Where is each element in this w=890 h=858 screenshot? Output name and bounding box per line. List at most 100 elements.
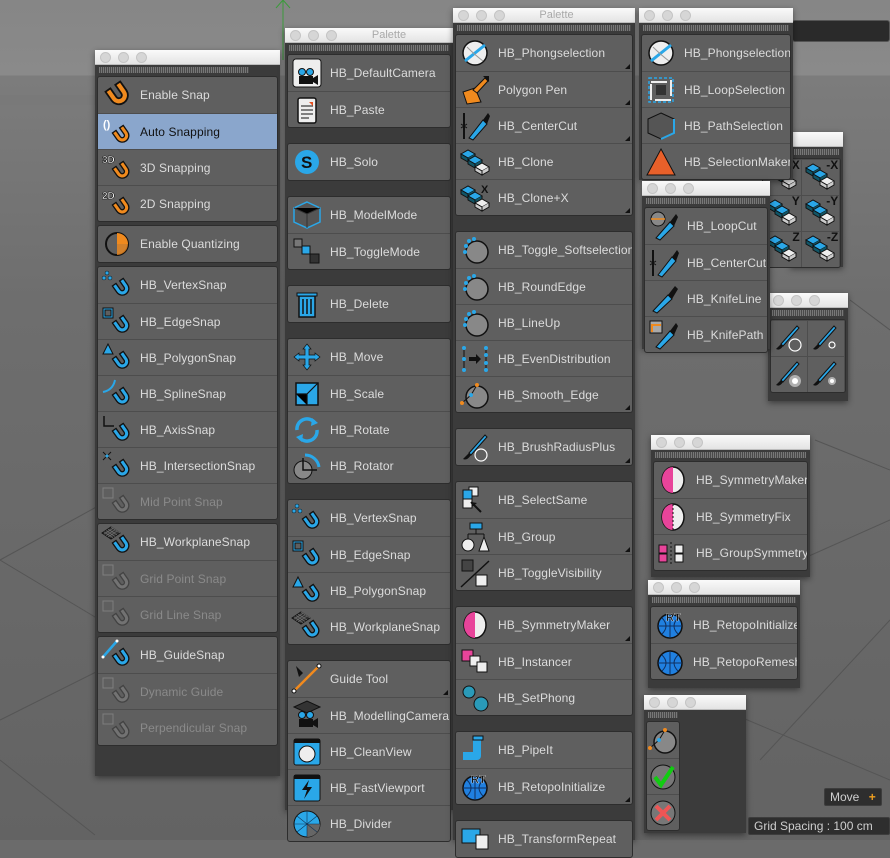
drag-handle[interactable] (646, 198, 766, 204)
minimize-button[interactable] (662, 10, 673, 21)
palette-item-hb-rotator[interactable]: HB_Rotator (288, 447, 450, 483)
palette-item-hb-delete[interactable]: HB_Delete (288, 286, 450, 322)
palette-item-hb-modelmode[interactable]: HB_ModelMode (288, 197, 450, 233)
window-titlebar[interactable]: Palette (285, 28, 453, 43)
palette-item-hb-knifeline[interactable]: HB_KnifeLine (645, 280, 767, 316)
palette-item-hb-selectionmaker[interactable]: HB_SelectionMaker (642, 143, 790, 179)
submenu-indicator-icon[interactable] (625, 797, 630, 802)
palette-item-dynamic-guide[interactable]: Dynamic Guide (98, 673, 277, 709)
drag-handle[interactable] (652, 597, 796, 603)
palette-item-hb-symmetrymaker[interactable]: HB_SymmetryMaker (456, 607, 632, 643)
palette-item-hb-centercut[interactable]: HB_CenterCut (456, 107, 632, 143)
submenu-indicator-icon[interactable] (625, 136, 630, 141)
window-titlebar[interactable] (644, 695, 746, 710)
submenu-indicator-icon[interactable] (625, 405, 630, 410)
window-titlebar[interactable] (639, 8, 793, 23)
palette-item-hb-solo[interactable]: S HB_Solo (288, 144, 450, 180)
palette-item-hb-move[interactable]: HB_Move (288, 339, 450, 375)
palette-item-hb-paste[interactable]: HB_Paste (288, 91, 450, 127)
zoom-button[interactable] (692, 437, 703, 448)
palette-item-hb-transformrepeat[interactable]: HB_TransformRepeat (456, 821, 632, 857)
palette-item-hb-axissnap[interactable]: HB_AxisSnap (98, 411, 277, 447)
palette-item-hb-edgesnap[interactable]: HB_EdgeSnap (288, 536, 450, 572)
palette-item-hb-loopselection[interactable]: HB_LoopSelection (642, 71, 790, 107)
clone-axis-button[interactable]: -Y (801, 194, 840, 231)
drag-handle[interactable] (289, 45, 449, 51)
palette-item-hb-symmetrymaker[interactable]: HB_SymmetryMaker (654, 462, 807, 498)
palette-item-hb-phongselection[interactable]: HB_Phongselection (642, 35, 790, 71)
palette-item-perpendicular-snap[interactable]: Perpendicular Snap (98, 709, 277, 745)
palette-item-hb-polygonsnap[interactable]: HB_PolygonSnap (98, 339, 277, 375)
palette-item-hb-cleanview[interactable]: HB_CleanView (288, 733, 450, 769)
palette-item-hb-modellingcamera[interactable]: HB_ModellingCamera (288, 697, 450, 733)
cancel-button[interactable] (647, 794, 679, 830)
palette-item-hb-knifepath[interactable]: HB_KnifePath (645, 316, 767, 352)
palette-item-hb-polygonsnap[interactable]: HB_PolygonSnap (288, 572, 450, 608)
drag-handle[interactable] (655, 452, 806, 458)
minimize-button[interactable] (674, 437, 685, 448)
palette-item-hb-groupsymmetry[interactable]: HB_GroupSymmetry (654, 534, 807, 570)
minimize-button[interactable] (671, 582, 682, 593)
zoom-button[interactable] (689, 582, 700, 593)
submenu-indicator-icon[interactable] (625, 64, 630, 69)
close-button[interactable] (656, 437, 667, 448)
palette-item-hb-retopoinitialize[interactable]: RT HB_RetopoInitialize (651, 607, 797, 643)
drag-handle[interactable] (648, 712, 678, 718)
brush-button[interactable] (771, 356, 808, 392)
palette-item-enable-snap[interactable]: Enable Snap (98, 77, 277, 113)
check-button[interactable] (647, 758, 679, 794)
palette-item-hb-setphong[interactable]: HB_SetPhong (456, 679, 632, 715)
palette-item-hb-pipeit[interactable]: HB_PipeIt (456, 732, 632, 768)
palette-item-hb-togglevisibility[interactable]: HB_ToggleVisibility (456, 554, 632, 590)
palette-item-mid-point-snap[interactable]: Mid Point Snap (98, 483, 277, 519)
palette-item-hb-togglemode[interactable]: HB_ToggleMode (288, 233, 450, 269)
palette-item-hb-clone[interactable]: HB_Clone (456, 143, 632, 179)
window-titlebar[interactable] (651, 435, 810, 450)
palette-item-hb-smooth-edge[interactable]: HB_Smooth_Edge (456, 376, 632, 412)
palette-item-hb-lineup[interactable]: HB_LineUp (456, 304, 632, 340)
palette-item-hb-phongselection[interactable]: HB_Phongselection (456, 35, 632, 71)
palette-item-hb-instancer[interactable]: HB_Instancer (456, 643, 632, 679)
palette-item-hb-evendistribution[interactable]: HB_EvenDistribution (456, 340, 632, 376)
submenu-indicator-icon[interactable] (625, 547, 630, 552)
window-titlebar[interactable] (95, 50, 280, 65)
clone-axis-button[interactable]: -X (801, 159, 840, 195)
drag-handle[interactable] (772, 310, 844, 316)
palette-item-hb-edgesnap[interactable]: HB_EdgeSnap (98, 303, 277, 339)
brush-button[interactable] (808, 320, 845, 356)
palette-item-hb-toggle-softselection[interactable]: HB_Toggle_Softselection (456, 232, 632, 268)
window-titlebar[interactable] (642, 181, 770, 196)
brush-button[interactable] (771, 320, 808, 356)
palette-item-hb-centercut[interactable]: HB_CenterCut (645, 244, 767, 280)
palette-item-hb-fastviewport[interactable]: HB_FastViewport (288, 769, 450, 805)
submenu-indicator-icon[interactable] (625, 458, 630, 463)
palette-item-hb-clone-x[interactable]: X HB_Clone+X (456, 179, 632, 215)
window-titlebar[interactable] (648, 580, 800, 595)
drag-handle[interactable] (457, 25, 631, 31)
drag-handle[interactable] (99, 67, 249, 73)
palette-item-hb-workplanesnap[interactable]: HB_WorkplaneSnap (288, 608, 450, 644)
palette-item-hb-splinesnap[interactable]: HB_SplineSnap (98, 375, 277, 411)
zoom-button[interactable] (680, 10, 691, 21)
minimize-button[interactable] (667, 697, 678, 708)
close-button[interactable] (653, 582, 664, 593)
window-titlebar[interactable] (768, 293, 848, 308)
palette-item-hb-rotate[interactable]: HB_Rotate (288, 411, 450, 447)
minimize-button[interactable] (665, 183, 676, 194)
palette-item-polygon-pen[interactable]: Polygon Pen (456, 71, 632, 107)
palette-item-hb-workplanesnap[interactable]: HB_WorkplaneSnap (98, 524, 277, 560)
window-titlebar[interactable] (790, 132, 843, 147)
palette-item-2d-snapping[interactable]: 2D 2D Snapping (98, 185, 277, 221)
zoom-button[interactable] (685, 697, 696, 708)
minimize-button[interactable] (118, 52, 129, 63)
submenu-indicator-icon[interactable] (443, 690, 448, 695)
palette-item-hb-retoporemesh[interactable]: HB_RetopoRemesh (651, 643, 797, 679)
palette-item-auto-snapping[interactable]: () Auto Snapping (98, 113, 277, 149)
close-button[interactable] (100, 52, 111, 63)
palette-item-hb-selectsame[interactable]: HB_SelectSame (456, 482, 632, 518)
palette-item-enable-quantizing[interactable]: Enable Quantizing (98, 226, 277, 262)
palette-item-grid-line-snap[interactable]: Grid Line Snap (98, 596, 277, 632)
zoom-button[interactable] (683, 183, 694, 194)
palette-item-hb-divider[interactable]: HB_Divider (288, 805, 450, 841)
clone-axis-button[interactable]: -Z (801, 230, 840, 267)
